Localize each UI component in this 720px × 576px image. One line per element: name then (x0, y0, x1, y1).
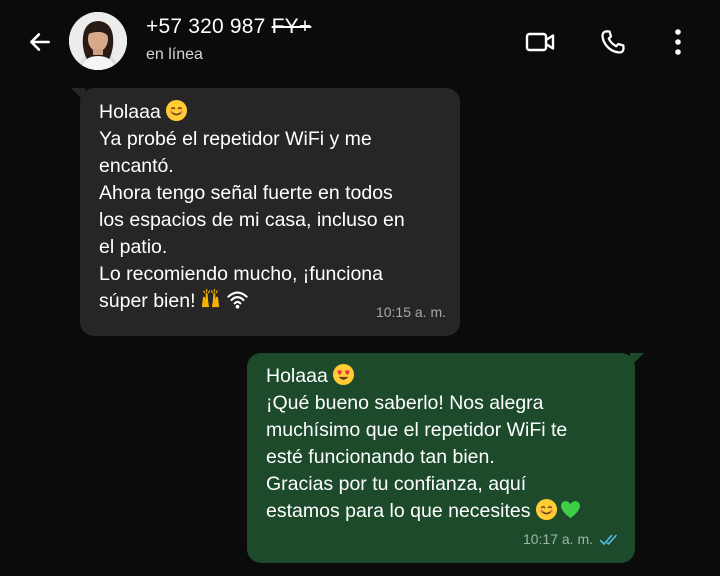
message-text: Holaaa (99, 101, 161, 123)
more-options-button[interactable] (658, 22, 698, 62)
message-line: encantó. (99, 155, 174, 177)
message-text: Holaaa (266, 365, 328, 387)
incoming-message[interactable]: Holaaa Ya probé el repetidor WiFi y me e… (71, 88, 460, 336)
outgoing-message[interactable]: Holaaa ¡Qué bueno saberlo! Nos alegra mu… (247, 353, 644, 563)
phone-number-visible: +57 320 987 (146, 15, 266, 38)
message-meta: 10:17 a. m. (523, 526, 621, 553)
message-time: 10:15 a. m. (375, 304, 446, 320)
message-line: esté funcionando tan bien. (266, 446, 495, 468)
message-line: los espacios de mi casa, incluso en (99, 209, 405, 231)
message-line: Gracias por tu confianza, aquí (266, 473, 527, 495)
contact-status: en línea (146, 46, 203, 63)
message-line: ¡Qué bueno saberlo! Nos alegra (266, 392, 544, 414)
heart-eyes-emoji (332, 363, 354, 386)
message-line: Holaaa (266, 363, 619, 390)
bubble-tail (71, 88, 85, 102)
contact-photo (69, 12, 127, 70)
message-text: estamos para lo que necesites (266, 500, 531, 522)
chat-screen: +57 320 987 FY+ en línea Holaaa Ya probé… (0, 0, 720, 576)
message-meta: 10:15 a. m. (376, 299, 446, 326)
back-button[interactable] (22, 24, 58, 60)
voice-call-button[interactable] (593, 22, 633, 62)
double-check-read-icon (599, 534, 617, 545)
chat-header: +57 320 987 FY+ en línea (0, 0, 720, 84)
arrow-left-icon (30, 33, 50, 51)
message-line: Ya probé el repetidor WiFi y me (99, 128, 372, 150)
wifi-icon (227, 291, 249, 309)
green-heart-emoji (560, 501, 580, 519)
phone-icon (601, 30, 625, 54)
kebab-menu-icon (675, 29, 681, 55)
message-line: el patio. (99, 236, 168, 258)
smiling-face-emoji (535, 498, 557, 521)
contact-avatar[interactable] (69, 12, 127, 70)
bubble-tail (630, 353, 644, 367)
message-text: súper bien! (99, 290, 196, 312)
message-line: Lo recomiendo mucho, ¡funciona (99, 263, 383, 285)
video-call-button[interactable] (520, 22, 560, 62)
message-time: 10:17 a. m. (522, 531, 593, 547)
phone-number-masked: FY+ (271, 15, 312, 38)
contact-phone-number[interactable]: +57 320 987 FY+ (146, 15, 311, 39)
message-line: Ahora tengo señal fuerte en todos (99, 182, 393, 204)
message-line: muchísimo que el repetidor WiFi te (266, 419, 568, 441)
smiling-face-emoji (165, 99, 187, 122)
message-line: Holaaa (99, 99, 444, 126)
video-camera-icon (525, 32, 555, 52)
message-line: estamos para lo que necesites (266, 498, 619, 525)
raising-hands-emoji (202, 288, 220, 308)
